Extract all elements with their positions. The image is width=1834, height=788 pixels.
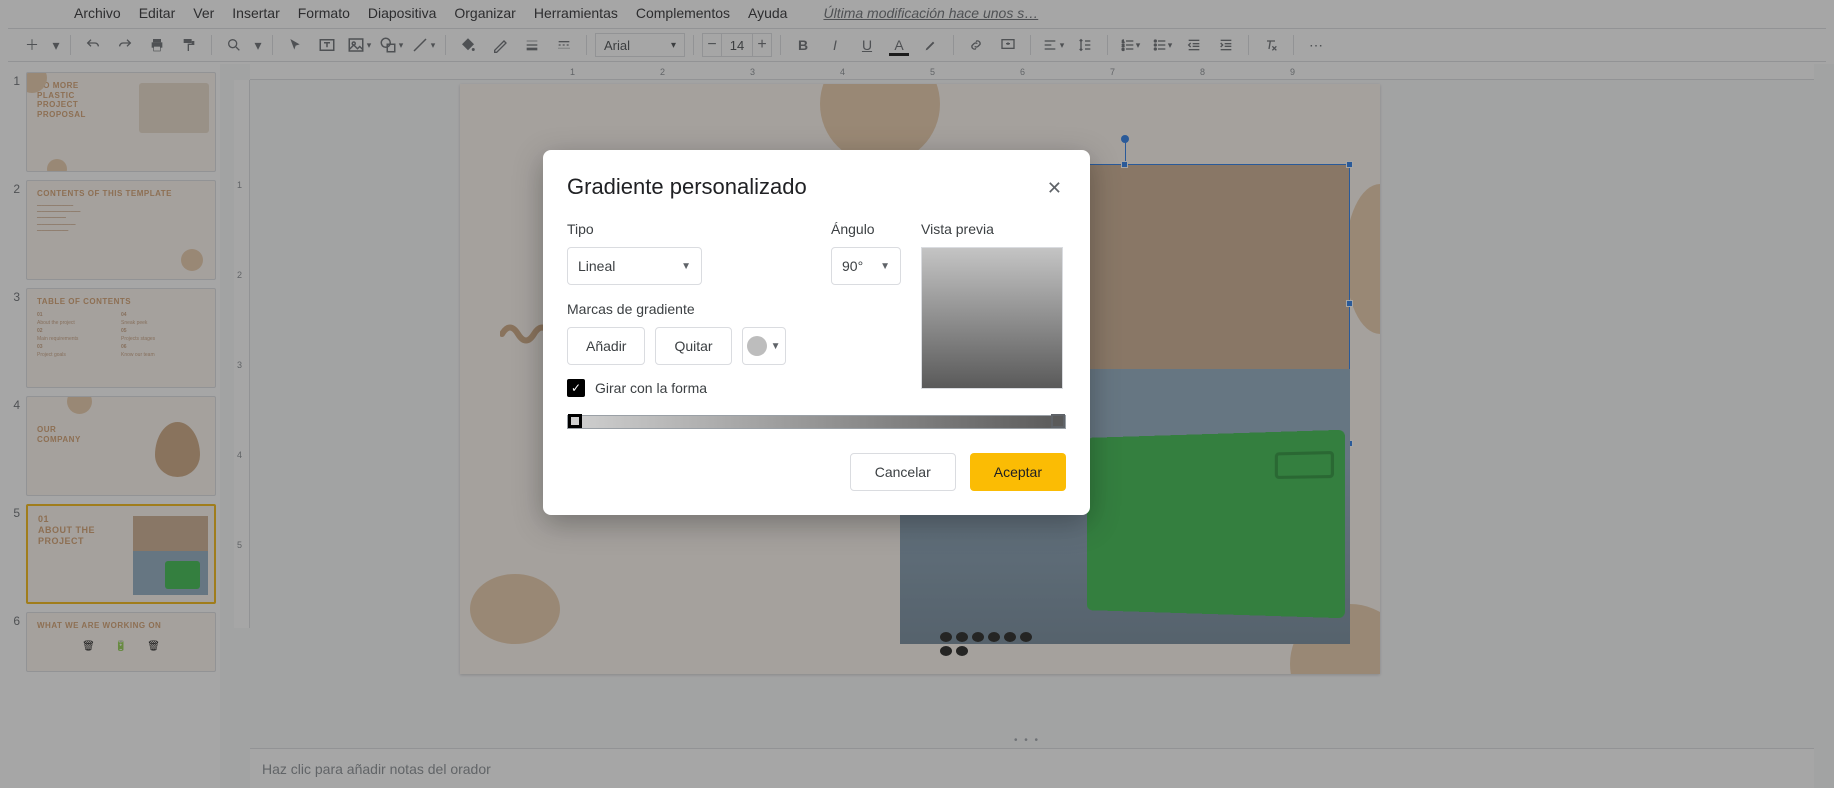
stops-label: Marcas de gradiente	[567, 301, 901, 317]
type-label: Tipo	[567, 221, 811, 237]
remove-stop-button[interactable]: Quitar	[655, 327, 731, 365]
accept-button[interactable]: Aceptar	[970, 453, 1066, 491]
angle-label: Ángulo	[831, 221, 901, 237]
preview-label: Vista previa	[921, 221, 1066, 237]
rotate-label: Girar con la forma	[595, 380, 707, 396]
add-stop-button[interactable]: Añadir	[567, 327, 645, 365]
stop-color-picker[interactable]: ▼	[742, 327, 786, 365]
rotate-with-shape-checkbox[interactable]: ✓	[567, 379, 585, 397]
gradient-stop-end[interactable]	[1051, 414, 1065, 428]
angle-select[interactable]: 90°▼	[831, 247, 901, 285]
cancel-button[interactable]: Cancelar	[850, 453, 956, 491]
gradient-stop-start[interactable]	[568, 414, 582, 428]
close-icon[interactable]: ✕	[1043, 174, 1066, 203]
dialog-title: Gradiente personalizado	[567, 174, 807, 200]
gradient-slider[interactable]	[567, 415, 1066, 429]
gradient-preview	[921, 247, 1063, 389]
custom-gradient-dialog: Gradiente personalizado ✕ Tipo Lineal▼ Á…	[543, 150, 1090, 515]
type-select[interactable]: Lineal▼	[567, 247, 702, 285]
